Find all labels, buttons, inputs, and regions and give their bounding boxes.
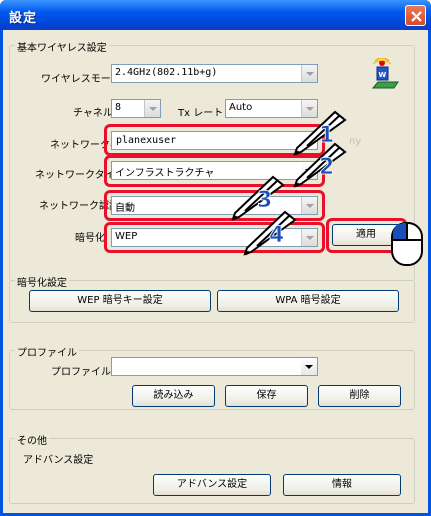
channel-value: 8 <box>115 102 122 113</box>
mouse-icon <box>391 222 423 266</box>
channel-label: チャネル <box>73 108 113 119</box>
chevron-down-icon[interactable] <box>144 100 160 117</box>
profile-group-label: プロファイル <box>15 344 79 359</box>
title-bar[interactable]: 設定 <box>0 0 431 30</box>
settings-window: 設定 基本ワイヤレス設定 W ワイヤレスモード 2.4GHz(802.11b+g… <box>0 0 431 516</box>
tx-rate-value: Auto <box>229 102 253 113</box>
wireless-mode-select[interactable]: 2.4GHz(802.11b+g) <box>111 64 318 83</box>
delete-profile-label: 削除 <box>349 390 370 401</box>
load-profile-button[interactable]: 読み込み <box>132 385 215 407</box>
profile-name-select[interactable] <box>111 357 318 376</box>
chevron-down-icon[interactable] <box>301 65 317 82</box>
encryption-label: 暗号化 <box>75 233 105 244</box>
save-profile-label: 保存 <box>256 390 277 401</box>
dialog-body: 基本ワイヤレス設定 W ワイヤレスモード 2.4GHz(802.11b+g) チ… <box>3 30 428 513</box>
close-icon <box>411 11 422 22</box>
wireless-adapter-icon: W <box>371 58 399 89</box>
wpa-settings-label: WPA 暗号設定 <box>275 295 341 306</box>
info-button[interactable]: 情報 <box>283 474 401 496</box>
encryption-settings-group-label: 暗号化設定 <box>15 274 69 289</box>
channel-select[interactable]: 8 <box>111 99 161 118</box>
delete-profile-button[interactable]: 削除 <box>318 385 401 407</box>
wireless-mode-value: 2.4GHz(802.11b+g) <box>115 67 218 78</box>
save-profile-button[interactable]: 保存 <box>225 385 308 407</box>
wep-key-settings-label: WEP 暗号キー設定 <box>77 295 163 306</box>
other-group-label: その他 <box>15 432 49 447</box>
load-profile-label: 読み込み <box>153 390 194 401</box>
advanced-settings-button[interactable]: アドバンス設定 <box>153 474 271 496</box>
chevron-down-icon[interactable] <box>301 358 317 375</box>
info-button-label: 情報 <box>332 479 352 490</box>
tx-rate-label: Tx レート <box>178 108 224 119</box>
wep-key-settings-button[interactable]: WEP 暗号キー設定 <box>29 290 211 312</box>
svg-text:W: W <box>379 71 387 79</box>
basic-wireless-group-label: 基本ワイヤレス設定 <box>15 39 109 54</box>
wireless-mode-label: ワイヤレスモード <box>41 74 121 85</box>
close-button[interactable] <box>405 5 426 26</box>
pencil-4-icon: 4 <box>243 210 297 256</box>
advanced-settings-button-label: アドバンス設定 <box>176 479 248 490</box>
window-title: 設定 <box>9 11 38 26</box>
wpa-settings-button[interactable]: WPA 暗号設定 <box>217 290 399 312</box>
advanced-settings-label: アドバンス設定 <box>23 455 94 466</box>
highlight-network-name <box>104 124 325 156</box>
pencil-2-icon: 2 <box>293 142 347 188</box>
annotation-4-label: 4 <box>269 223 284 248</box>
highlight-network-type <box>104 155 325 187</box>
annotation-2-label: 2 <box>319 155 334 180</box>
